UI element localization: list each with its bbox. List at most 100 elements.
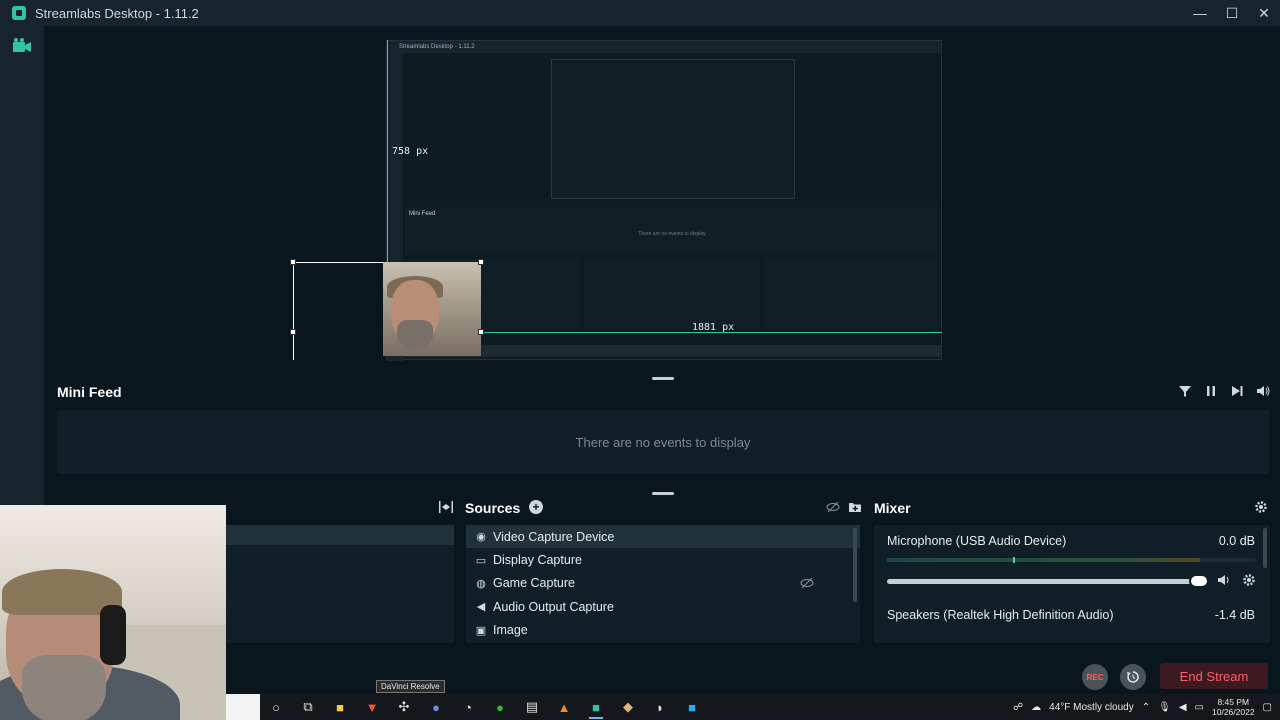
- notifications-icon[interactable]: ▢: [1263, 702, 1272, 713]
- nested-feed-label: Mini Feed: [409, 211, 436, 217]
- people-icon[interactable]: ☍: [1013, 702, 1023, 713]
- xbox-icon[interactable]: ●: [484, 694, 516, 720]
- mute-speaker-icon[interactable]: [1217, 573, 1231, 587]
- resize-grip-preview[interactable]: [652, 377, 674, 380]
- stream-preview[interactable]: Streamlabs Desktop - 1.11.2 Mini Feed Th…: [50, 36, 1280, 361]
- app-icon-1[interactable]: ▤: [516, 694, 548, 720]
- mixer-channel-name: Speakers (Realtek High Definition Audio): [887, 608, 1114, 622]
- photoshop-icon[interactable]: ■: [676, 694, 708, 720]
- resize-handle-mr[interactable]: [478, 329, 484, 335]
- clock-time: 8:45 PM: [1217, 697, 1250, 707]
- task-view-icon[interactable]: ⧉: [292, 694, 324, 720]
- vlc-icon[interactable]: ▲: [548, 694, 580, 720]
- resize-handle-tr[interactable]: [478, 259, 484, 265]
- webcam-overlay: [0, 505, 226, 720]
- nested-bottom-panels: [405, 259, 939, 329]
- microphone-icon[interactable]: 🎙︎: [1158, 702, 1171, 713]
- image-icon: ▣: [475, 624, 487, 637]
- source-label: Image: [493, 623, 528, 638]
- source-label: Video Capture Device: [493, 529, 615, 544]
- file-explorer-icon[interactable]: ■: [324, 694, 356, 720]
- add-source-button[interactable]: +: [529, 500, 543, 514]
- close-button[interactable]: ✕: [1248, 0, 1280, 26]
- snap-guide-vertical: [387, 40, 388, 262]
- source-item-audio-output[interactable]: ◀ Audio Output Capture: [466, 595, 860, 618]
- visibility-off-icon[interactable]: [800, 577, 814, 589]
- mini-feed-title: Mini Feed: [57, 384, 122, 400]
- app-icon-2[interactable]: ◆: [612, 694, 644, 720]
- source-item-display-capture[interactable]: ▭ Display Capture: [466, 548, 860, 571]
- webcam-source-preview[interactable]: [383, 262, 481, 356]
- source-label: Game Capture: [493, 576, 575, 591]
- source-item-image[interactable]: ▣ Image: [466, 619, 860, 642]
- hide-all-icon[interactable]: [826, 500, 840, 514]
- source-label: Audio Output Capture: [493, 599, 614, 614]
- mixer-title: Mixer: [874, 500, 911, 516]
- scenes-panel: [226, 525, 454, 643]
- brave-browser-icon[interactable]: ▼: [356, 694, 388, 720]
- streamlabs-taskbar-icon[interactable]: ■: [580, 694, 612, 720]
- discord-icon[interactable]: ●: [420, 694, 452, 720]
- source-item-video-capture[interactable]: ◉ Video Capture Device: [466, 525, 860, 549]
- steam-icon[interactable]: ◔: [452, 694, 484, 720]
- add-folder-icon[interactable]: [848, 500, 862, 514]
- mini-feed-empty-message: There are no events to display: [575, 434, 751, 450]
- nested-mini-feed: Mini Feed There are no events to display: [405, 207, 939, 253]
- mixer-channel-name: Microphone (USB Audio Device): [887, 534, 1067, 548]
- weather-text[interactable]: 44°F Mostly cloudy: [1049, 702, 1134, 713]
- network-icon[interactable]: ▭: [1195, 702, 1204, 713]
- nested-title: Streamlabs Desktop - 1.11.2: [387, 41, 941, 53]
- sources-title: Sources: [465, 500, 521, 516]
- sources-list: ◉ Video Capture Device ▭ Display Capture…: [466, 525, 860, 643]
- search-box[interactable]: [226, 694, 260, 720]
- replay-buffer-button[interactable]: [1120, 664, 1146, 690]
- mini-feed-panel: There are no events to display: [57, 410, 1269, 474]
- channel-settings-gear-icon[interactable]: [1242, 573, 1256, 587]
- tray-expand-icon[interactable]: ⌃: [1142, 702, 1150, 713]
- mixer-panel: Microphone (USB Audio Device) 0.0 dB Spe…: [874, 525, 1270, 643]
- skip-icon[interactable]: [1230, 384, 1244, 398]
- clock[interactable]: 8:45 PM 10/26/2022: [1212, 697, 1255, 717]
- studio-camera-icon[interactable]: [13, 38, 31, 52]
- webcam-icon: ◉: [476, 531, 486, 544]
- nested-taskbar: [403, 345, 941, 357]
- record-button[interactable]: REC: [1082, 664, 1108, 690]
- app-icon-3[interactable]: ◗: [644, 694, 676, 720]
- window-title: Streamlabs Desktop - 1.11.2: [35, 5, 199, 21]
- scene-row-selected[interactable]: [226, 525, 454, 545]
- streamlabs-window: Streamlabs Desktop - 1.11.2 — ☐ ✕ Stream…: [0, 0, 1280, 720]
- cortana-icon[interactable]: ○: [260, 694, 292, 720]
- mixer-settings-gear-icon[interactable]: [1254, 500, 1268, 514]
- davinci-resolve-icon[interactable]: ✣: [388, 694, 420, 720]
- volume-icon[interactable]: [1256, 384, 1270, 398]
- mic-volume-slider[interactable]: [887, 574, 1209, 588]
- scene-transition-icon[interactable]: [438, 500, 454, 514]
- source-label: Display Capture: [493, 553, 582, 568]
- windows-taskbar: ○ ⧉ ■ ▼ ✣ ● ◔ ● ▤ ▲ ■ ◆ ◗ ■ ☍ ☁ 44°F Mos…: [226, 694, 1280, 720]
- snap-guide-horizontal: [482, 332, 942, 333]
- source-item-game-capture[interactable]: ◍ Game Capture: [466, 572, 860, 595]
- resize-handle-ml[interactable]: [290, 329, 296, 335]
- mixer-channel-db: 0.0 dB: [1218, 534, 1255, 548]
- height-measure-label: 758 px: [392, 146, 429, 157]
- pause-icon[interactable]: [1204, 384, 1218, 398]
- mixer-scrollbar[interactable]: [1263, 528, 1267, 568]
- minimize-button[interactable]: —: [1184, 0, 1216, 26]
- sources-header-controls: [826, 500, 862, 514]
- volume-tray-icon[interactable]: ◀: [1179, 702, 1187, 713]
- taskbar-tooltip: DaVinci Resolve: [376, 680, 445, 693]
- mic-volume-knob[interactable]: [1188, 574, 1209, 588]
- mic-level-meter: [887, 557, 1255, 563]
- selection-edge-left: [293, 262, 294, 360]
- end-stream-button[interactable]: End Stream: [1160, 663, 1268, 689]
- monitor-icon: ▭: [475, 554, 487, 567]
- streamlabs-logo-icon: [12, 6, 26, 20]
- resize-grip-feed[interactable]: [652, 492, 674, 495]
- speaker-icon: ◀: [476, 601, 486, 614]
- maximize-button[interactable]: ☐: [1216, 0, 1248, 26]
- resize-handle-tl[interactable]: [290, 259, 296, 265]
- weather-icon[interactable]: ☁: [1031, 702, 1041, 713]
- sources-scrollbar[interactable]: [853, 528, 857, 602]
- filter-icon[interactable]: [1178, 384, 1192, 398]
- window-controls: — ☐ ✕: [1184, 0, 1280, 26]
